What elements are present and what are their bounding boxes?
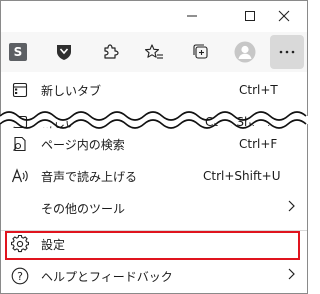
chevron-right-icon [287,200,295,216]
svg-text:?: ? [17,270,23,283]
browser-toolbar: S [1,32,307,72]
profile-icon [234,41,256,63]
more-tools-label: その他のツール [41,201,126,216]
shield-extension-button[interactable] [50,38,78,66]
favorites-button[interactable] [140,38,168,66]
title-bar [1,1,307,31]
close-icon [278,10,290,22]
chevron-right-icon [287,268,295,284]
read-aloud-icon [11,167,29,185]
menu-item-more-tools[interactable]: その他のツール [1,192,307,224]
more-icon [279,50,295,54]
menu-item-help[interactable]: ? ヘルプとフィードバック [1,260,307,292]
help-icon: ? [11,267,29,285]
menu-item-read-aloud[interactable]: 音声で読み上げる Ctrl+Shift+U [1,160,307,192]
s-extension-icon: S [9,43,27,61]
puzzle-icon [104,44,119,59]
s-extension-button[interactable]: S [4,38,32,66]
profile-button[interactable] [231,38,259,66]
close-button[interactable] [261,1,307,31]
wavy-cut-divider [0,107,308,133]
minimize-icon [187,15,197,17]
new-tab-label: 新しいタブ [41,83,102,98]
extensions-button[interactable] [96,38,124,66]
collections-button[interactable] [187,38,215,66]
new-tab-icon [11,81,29,99]
new-tab-shortcut: Ctrl+T [239,83,278,97]
minimize-button[interactable] [169,1,215,31]
settings-highlight-box [5,231,300,260]
find-label: ページ内の検索 [41,137,125,152]
find-icon [11,135,29,153]
favorites-icon [144,44,163,59]
collections-icon [193,44,208,59]
read-aloud-shortcut: Ctrl+Shift+U [203,169,281,183]
shield-extension-icon [57,45,71,60]
maximize-icon [245,11,255,21]
menu-item-new-tab[interactable]: 新しいタブ Ctrl+T [1,74,307,106]
more-button[interactable] [270,35,304,69]
read-aloud-label: 音声で読み上げる [41,169,138,184]
find-shortcut: Ctrl+F [239,137,278,151]
help-label: ヘルプとフィードバック [41,269,173,284]
